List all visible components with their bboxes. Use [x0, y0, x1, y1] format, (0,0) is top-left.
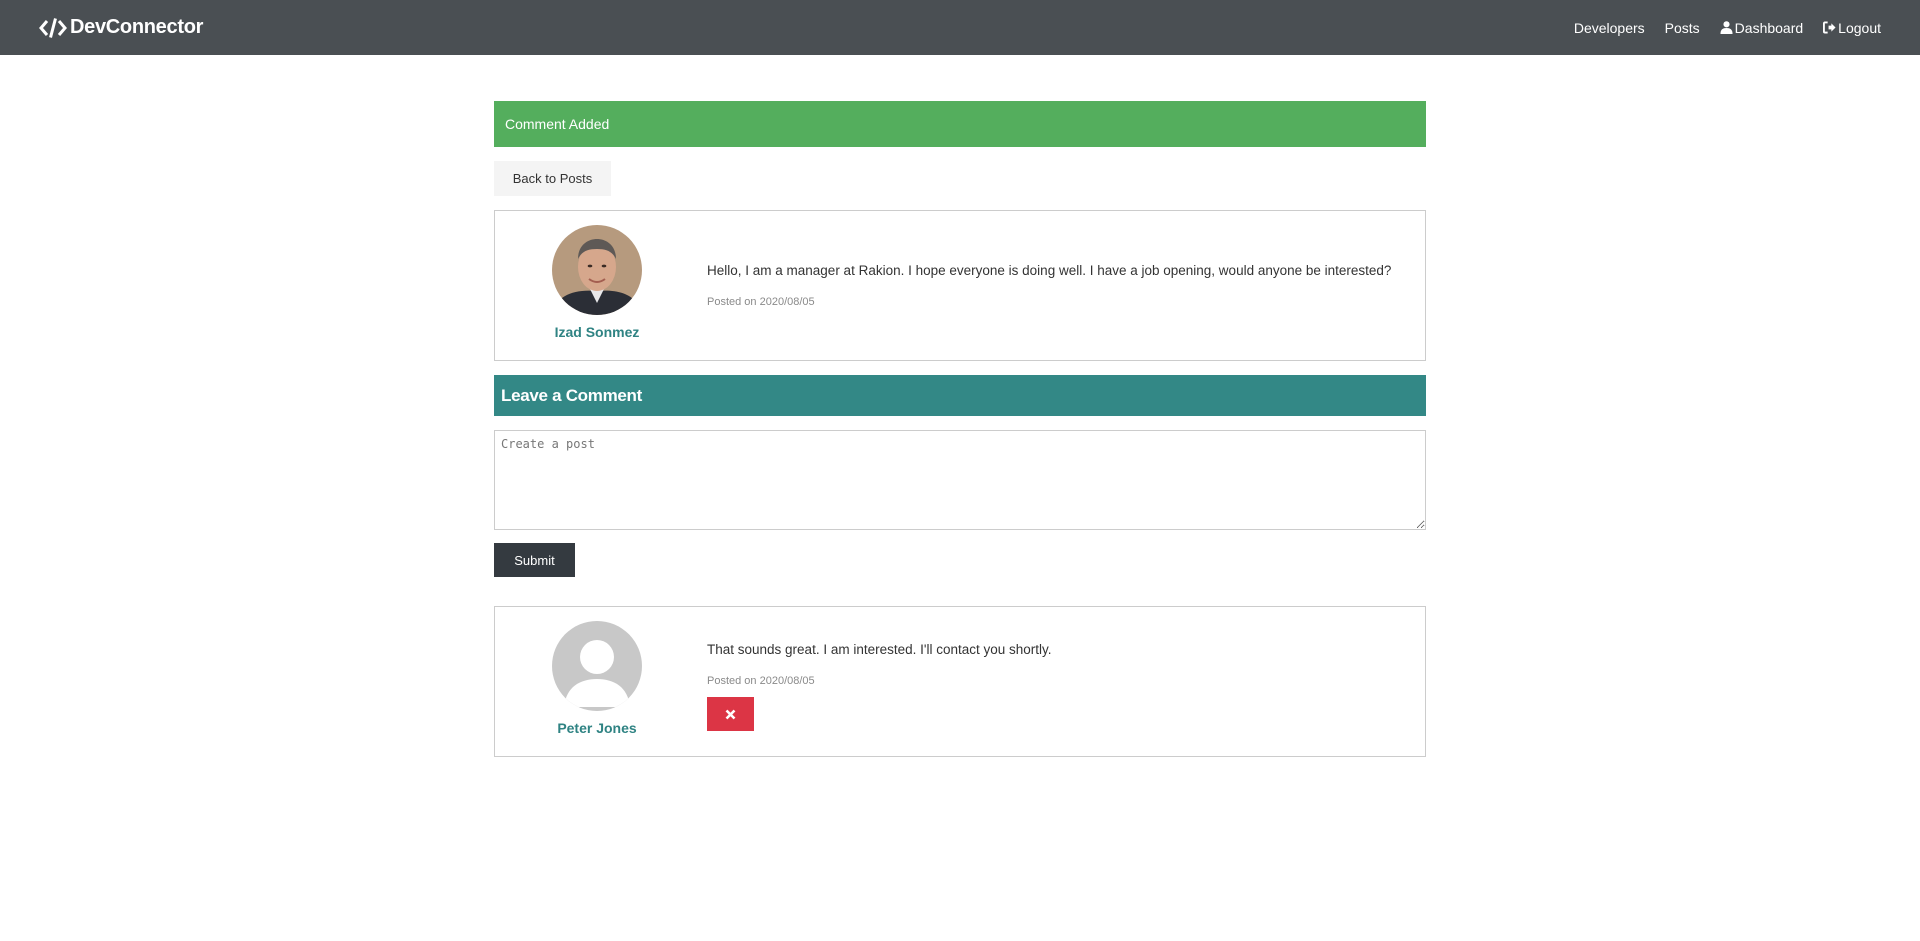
author-photo [552, 225, 642, 315]
comment-content: That sounds great. I am interested. I'll… [699, 607, 1425, 756]
brand-name: DevConnector [70, 16, 204, 38]
post-date: Posted on 2020/08/05 [707, 296, 815, 308]
post-author-name[interactable]: Izad Sonmez [555, 324, 640, 340]
default-avatar-icon [552, 621, 642, 711]
nav-dashboard-label: Dashboard [1734, 19, 1804, 36]
nav-links: Developers Posts Dashboard Logout [1574, 20, 1881, 36]
post-content: Hello, I am a manager at Rakion. I hope … [699, 211, 1425, 360]
nav-dashboard[interactable]: Dashboard [1720, 19, 1804, 36]
comment-author-name[interactable]: Peter Jones [557, 720, 636, 736]
navbar: DevConnector Developers Posts Dashboard … [0, 0, 1920, 55]
avatar[interactable] [552, 225, 642, 315]
back-to-posts-button[interactable]: Back to Posts [494, 161, 611, 196]
nav-logout-label: Logout [1838, 19, 1881, 36]
user-icon [1720, 21, 1733, 34]
brand-link[interactable]: DevConnector [39, 16, 203, 39]
comment-textarea[interactable] [494, 430, 1426, 530]
submit-button[interactable]: Submit [494, 543, 575, 577]
comment-text: That sounds great. I am interested. I'll… [707, 642, 1052, 657]
delete-comment-button[interactable] [707, 697, 754, 731]
comment-card: Peter Jones That sounds great. I am inte… [494, 606, 1426, 757]
nav-posts[interactable]: Posts [1665, 20, 1700, 36]
comment-author-block: Peter Jones [495, 607, 699, 756]
avatar[interactable] [552, 621, 642, 711]
leave-comment-header: Leave a Comment [494, 375, 1426, 416]
nav-logout[interactable]: Logout [1823, 20, 1881, 36]
code-icon [39, 17, 67, 38]
post-text: Hello, I am a manager at Rakion. I hope … [707, 263, 1392, 278]
times-icon [725, 709, 736, 719]
success-alert: Comment Added [494, 101, 1426, 147]
main-container: Comment Added Back to Posts Izad Sonmez … [494, 101, 1426, 757]
sign-out-icon [1823, 21, 1836, 34]
post-card: Izad Sonmez Hello, I am a manager at Rak… [494, 210, 1426, 361]
comment-date: Posted on 2020/08/05 [707, 675, 815, 687]
nav-developers[interactable]: Developers [1574, 20, 1645, 36]
post-author-block: Izad Sonmez [495, 211, 699, 360]
